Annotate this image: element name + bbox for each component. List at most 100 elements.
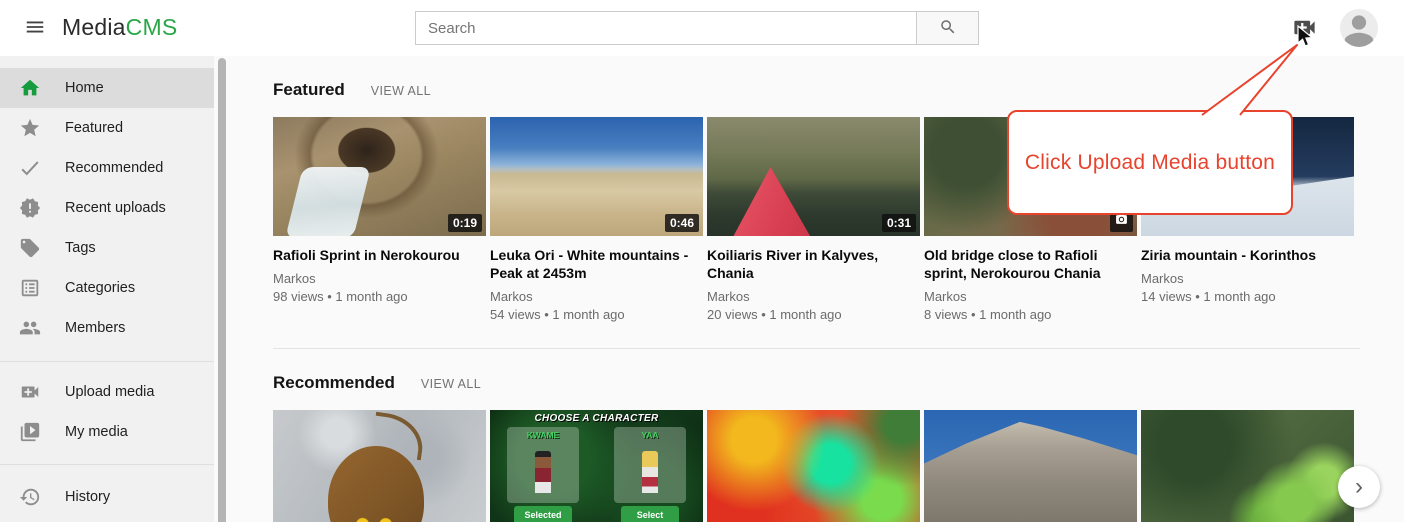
media-title[interactable]: Leuka Ori - White mountains - Peak at 24… (490, 246, 703, 282)
menu-button[interactable] (14, 7, 56, 49)
media-card: 0:31 Koiliaris River in Kalyves, Chania … (707, 117, 920, 322)
sidebar-item-tags[interactable]: Tags (0, 228, 214, 268)
media-author[interactable]: Markos (1141, 271, 1354, 286)
media-card: 0:46 Leuka Ori - White mountains - Peak … (490, 117, 703, 322)
character-name: KWAME (507, 430, 579, 440)
top-bar: MediaCMS (0, 0, 1404, 56)
new-releases-icon (19, 197, 41, 219)
star-icon (19, 117, 41, 139)
recommended-view-all-link[interactable]: VIEW ALL (421, 377, 481, 391)
sidebar-divider (0, 361, 214, 362)
media-card: CHOOSE A CHARACTER KWAME YAA Selected Se… (490, 410, 703, 522)
tag-icon (19, 237, 41, 259)
media-card (707, 410, 920, 522)
section-title: Featured (273, 80, 345, 100)
character-sprite (642, 451, 658, 493)
history-icon (19, 486, 41, 508)
upload-media-button[interactable] (1288, 13, 1320, 45)
media-card (273, 410, 486, 522)
sidebar-item-label: Recommended (65, 160, 163, 176)
video-thumbnail[interactable] (1141, 410, 1354, 522)
my-media-icon (19, 421, 41, 443)
annotation-text: Click Upload Media button (1025, 151, 1275, 175)
sidebar-item-label: My media (65, 424, 128, 440)
upload-media-icon (19, 381, 41, 403)
categories-icon (19, 277, 41, 299)
home-icon (19, 77, 41, 99)
sidebar-item-history[interactable]: History (0, 477, 214, 517)
sidebar-item-label: Members (65, 320, 125, 336)
media-meta: 14 views • 1 month ago (1141, 289, 1354, 304)
media-title[interactable]: Rafioli Sprint in Nerokourou (273, 246, 486, 264)
duration-badge: 0:19 (448, 214, 482, 232)
game-screen-title: CHOOSE A CHARACTER (490, 413, 703, 424)
media-card (1141, 410, 1354, 522)
sidebar-divider (0, 464, 214, 465)
media-card (924, 410, 1137, 522)
video-thumbnail[interactable]: CHOOSE A CHARACTER KWAME YAA Selected Se… (490, 410, 703, 522)
check-icon (19, 157, 41, 179)
sidebar-scrollbar[interactable] (218, 58, 226, 522)
search-icon (939, 18, 957, 39)
media-meta: 98 views • 1 month ago (273, 289, 486, 304)
sidebar-item-label: Recent uploads (65, 200, 166, 216)
person-icon (1340, 34, 1378, 47)
sidebar-item-label: Categories (65, 280, 135, 296)
search-bar (415, 11, 979, 45)
video-thumbnail[interactable] (924, 410, 1137, 522)
media-meta: 54 views • 1 month ago (490, 307, 703, 322)
media-title[interactable]: Old bridge close to Rafioli sprint, Nero… (924, 246, 1137, 282)
media-author[interactable]: Markos (490, 289, 703, 304)
video-thumbnail[interactable]: 0:19 (273, 117, 486, 236)
character-name: YAA (614, 430, 686, 440)
annotation-tooltip: Click Upload Media button (1007, 110, 1293, 215)
sidebar-item-label: History (65, 489, 110, 505)
sidebar-item-label: Upload media (65, 384, 154, 400)
media-author[interactable]: Markos (707, 289, 920, 304)
duration-badge: 0:46 (665, 214, 699, 232)
sidebar-item-recommended[interactable]: Recommended (0, 148, 214, 188)
sidebar-item-categories[interactable]: Categories (0, 268, 214, 308)
media-author[interactable]: Markos (924, 289, 1137, 304)
video-thumbnail[interactable]: 0:46 (490, 117, 703, 236)
sidebar-item-label: Featured (65, 120, 123, 136)
sidebar-item-members[interactable]: Members (0, 308, 214, 348)
media-author[interactable]: Markos (273, 271, 486, 286)
search-input[interactable] (415, 11, 917, 45)
video-thumbnail[interactable]: 0:31 (707, 117, 920, 236)
duration-badge: 0:31 (882, 214, 916, 232)
section-divider (273, 348, 1360, 349)
sidebar: Home Featured Recommended Recent uploads… (0, 56, 214, 522)
carousel-next-button[interactable]: › (1338, 466, 1380, 508)
media-title[interactable]: Ziria mountain - Korinthos (1141, 246, 1354, 264)
duration-badge: 0:27 (1316, 214, 1350, 232)
sidebar-item-upload-media[interactable]: Upload media (0, 372, 214, 412)
section-title: Recommended (273, 373, 395, 393)
sidebar-item-home[interactable]: Home (0, 68, 214, 108)
sidebar-item-label: Tags (65, 240, 96, 256)
featured-view-all-link[interactable]: VIEW ALL (371, 84, 431, 98)
recommended-cards-row: CHOOSE A CHARACTER KWAME YAA Selected Se… (273, 410, 1404, 522)
character-panel: YAA (614, 427, 686, 503)
media-meta: 8 views • 1 month ago (924, 307, 1137, 322)
sidebar-item-my-media[interactable]: My media (0, 412, 214, 452)
members-icon (19, 317, 41, 339)
character-sprite (535, 451, 551, 493)
sidebar-item-recent-uploads[interactable]: Recent uploads (0, 188, 214, 228)
video-thumbnail[interactable] (707, 410, 920, 522)
video-thumbnail[interactable] (273, 410, 486, 522)
logo-cms: CMS (126, 14, 178, 40)
hamburger-icon (24, 16, 46, 41)
recommended-section: Recommended VIEW ALL CHOOSE A CHARACTER … (273, 373, 1404, 522)
character-panel: KWAME (507, 427, 579, 503)
select-button: Select (621, 506, 679, 522)
sidebar-item-featured[interactable]: Featured (0, 108, 214, 148)
logo-media: Media (62, 14, 126, 40)
user-avatar[interactable] (1340, 9, 1378, 47)
chevron-right-icon: › (1355, 473, 1363, 500)
selected-button: Selected (514, 506, 572, 522)
upload-media-icon (1291, 29, 1318, 44)
media-title[interactable]: Koiliaris River in Kalyves, Chania (707, 246, 920, 282)
search-button[interactable] (916, 11, 979, 45)
mediacms-logo[interactable]: MediaCMS (62, 14, 177, 41)
